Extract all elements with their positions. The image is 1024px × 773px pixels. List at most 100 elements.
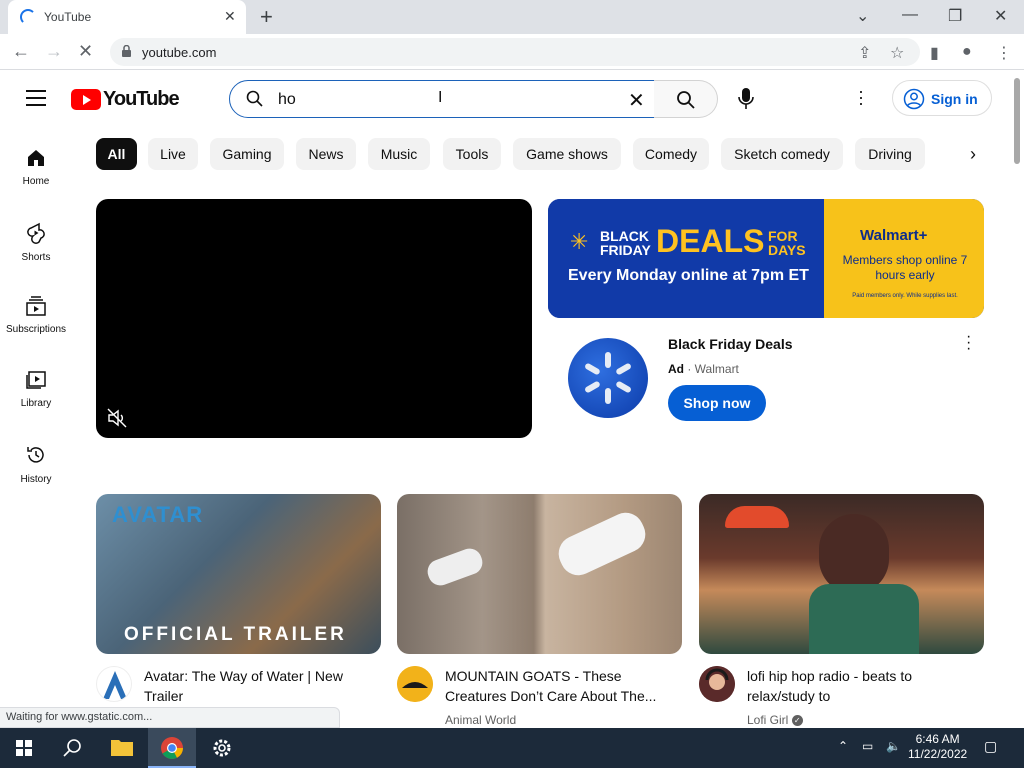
restore-button[interactable]: ❐ <box>948 6 962 26</box>
ad-menu-kebab-icon[interactable]: · · · <box>966 329 971 357</box>
new-tab-button[interactable]: + <box>260 4 273 30</box>
video-thumbnail[interactable] <box>397 494 682 654</box>
window-close-button[interactable]: ✕ <box>994 6 1007 26</box>
back-arrow-icon[interactable]: ← <box>12 41 30 62</box>
muted-speaker-icon[interactable] <box>106 407 128 429</box>
guide-item-library[interactable]: Library <box>0 370 72 409</box>
guide-item-history[interactable]: History <box>0 444 72 485</box>
guide-label: Library <box>20 398 52 409</box>
video-title[interactable]: lofi hip hop radio - beats to relax/stud… <box>747 666 977 706</box>
video-title[interactable]: Avatar: The Way of Water | New Trailer <box>144 666 374 706</box>
logo-wordmark: YouTube <box>103 88 180 110</box>
browser-toolbar: ← → ✕ youtube.com ⇪ ☆ ▮ ● ⋮ <box>0 34 1024 70</box>
chip-game-shows[interactable]: Game shows <box>513 138 621 170</box>
guide-item-subscriptions[interactable]: Subscriptions <box>0 296 72 335</box>
youtube-play-icon <box>71 89 101 110</box>
ad-banner-members: Members shop online 7 hours early <box>842 253 968 282</box>
shop-now-button[interactable]: Shop now <box>668 385 766 421</box>
stop-loading-icon[interactable]: ✕ <box>78 41 93 62</box>
ad-banner-for-days: FOR DAYS <box>768 228 806 258</box>
loading-spinner-icon <box>20 9 36 25</box>
address-bar[interactable]: youtube.com <box>110 38 920 66</box>
ad-banner-image[interactable]: ✳ BLACK FRIDAY DEALS FOR DAYS Every Mond… <box>548 199 984 318</box>
taskbar-chrome[interactable] <box>148 728 196 768</box>
tab-title: YouTube <box>44 10 92 24</box>
goat-shape <box>552 506 652 582</box>
lock-icon <box>122 45 131 57</box>
tab-close-icon[interactable]: ✕ <box>224 8 236 25</box>
chip-gaming[interactable]: Gaming <box>210 138 284 170</box>
chip-live[interactable]: Live <box>148 138 198 170</box>
featured-video-player[interactable] <box>96 199 532 438</box>
text-cursor-icon: I <box>438 89 443 106</box>
url-text: youtube.com <box>142 45 217 60</box>
page-scrollbar[interactable] <box>1010 70 1024 728</box>
show-hidden-icons-icon[interactable]: ⌃ <box>838 739 848 753</box>
channel-avatar[interactable] <box>397 666 433 702</box>
tab-search-icon[interactable]: ⌄ <box>856 6 869 26</box>
windows-taskbar: ⌃ ▭ 🔈 6:46 AM 11/22/2022 ▢ <box>0 728 1024 768</box>
search-icon <box>63 739 81 757</box>
taskbar-search-button[interactable] <box>48 728 96 768</box>
guide-label: Shorts <box>21 252 51 263</box>
clock-time: 6:46 AM <box>915 732 960 746</box>
clear-search-icon[interactable]: ✕ <box>628 88 645 113</box>
guide-label: Home <box>22 176 50 187</box>
forward-arrow-icon[interactable]: → <box>45 41 63 62</box>
share-icon[interactable]: ⇪ <box>858 43 871 63</box>
bookmark-star-icon[interactable]: ☆ <box>890 43 904 63</box>
browser-tab-youtube[interactable]: YouTube ✕ <box>8 0 246 34</box>
guide-item-home[interactable]: Home <box>0 148 72 187</box>
network-icon[interactable]: ▭ <box>862 739 873 753</box>
settings-kebab-icon[interactable]: · · · <box>858 82 864 112</box>
scrollbar-thumb[interactable] <box>1014 78 1020 164</box>
windows-logo-icon <box>16 740 32 756</box>
account-circle-icon <box>903 88 925 110</box>
taskbar-file-explorer[interactable] <box>98 728 146 768</box>
chip-all[interactable]: All <box>96 138 137 170</box>
notifications-icon[interactable]: ▢ <box>984 738 997 755</box>
search-icon <box>677 91 695 109</box>
profile-icon[interactable]: ● <box>962 43 972 61</box>
video-thumbnail[interactable]: AVATAR OFFICIAL TRAILER <box>96 494 381 654</box>
subscriptions-icon <box>26 296 46 316</box>
channel-avatar[interactable] <box>96 666 132 702</box>
chip-tools[interactable]: Tools <box>443 138 501 170</box>
girl-sweater-shape <box>809 584 919 654</box>
browser-menu-icon[interactable]: ⋮ <box>996 43 1012 63</box>
search-button[interactable] <box>654 80 718 118</box>
chrome-icon <box>161 737 183 759</box>
chip-sketch-comedy[interactable]: Sketch comedy <box>721 138 843 170</box>
chip-news[interactable]: News <box>296 138 356 170</box>
taskbar-clock[interactable]: 6:46 AM 11/22/2022 <box>908 732 967 762</box>
start-button[interactable] <box>0 728 48 768</box>
channel-avatar[interactable] <box>699 666 735 702</box>
sign-in-button[interactable]: Sign in <box>892 80 992 116</box>
microphone-icon[interactable] <box>733 82 759 116</box>
browser-status-bubble: Waiting for www.gstatic.com... <box>0 707 340 728</box>
youtube-logo[interactable]: YouTube <box>71 88 180 111</box>
taskbar-settings[interactable] <box>198 728 246 768</box>
sign-in-label: Sign in <box>931 91 978 107</box>
chip-music[interactable]: Music <box>368 138 430 170</box>
search-input[interactable]: ho I ✕ <box>229 80 655 118</box>
chip-driving[interactable]: Driving <box>855 138 925 170</box>
minimize-button[interactable]: — <box>902 6 918 24</box>
channel-name[interactable]: Animal World <box>445 713 516 727</box>
chip-comedy[interactable]: Comedy <box>633 138 709 170</box>
video-thumbnail[interactable] <box>699 494 984 654</box>
ad-banner-fine-print: Paid members only. While supplies last. <box>852 293 958 299</box>
walmart-spark-logo[interactable] <box>568 338 648 418</box>
guide-menu-icon[interactable] <box>26 90 46 106</box>
guide-item-shorts[interactable]: Shorts <box>0 222 72 263</box>
ad-title[interactable]: Black Friday Deals <box>668 336 793 352</box>
thumbnail-title-text: AVATAR <box>112 502 204 527</box>
lamp-shape <box>725 506 789 528</box>
ad-label: Ad <box>668 362 684 376</box>
video-title[interactable]: MOUNTAIN GOATS - These Creatures Don’t C… <box>445 666 675 706</box>
volume-icon[interactable]: 🔈 <box>886 739 901 753</box>
shorts-icon <box>27 222 45 244</box>
chevron-right-icon[interactable]: › <box>970 144 976 165</box>
side-panel-icon[interactable]: ▮ <box>930 43 939 63</box>
channel-name[interactable]: Lofi Girl ✓ <box>747 713 803 727</box>
